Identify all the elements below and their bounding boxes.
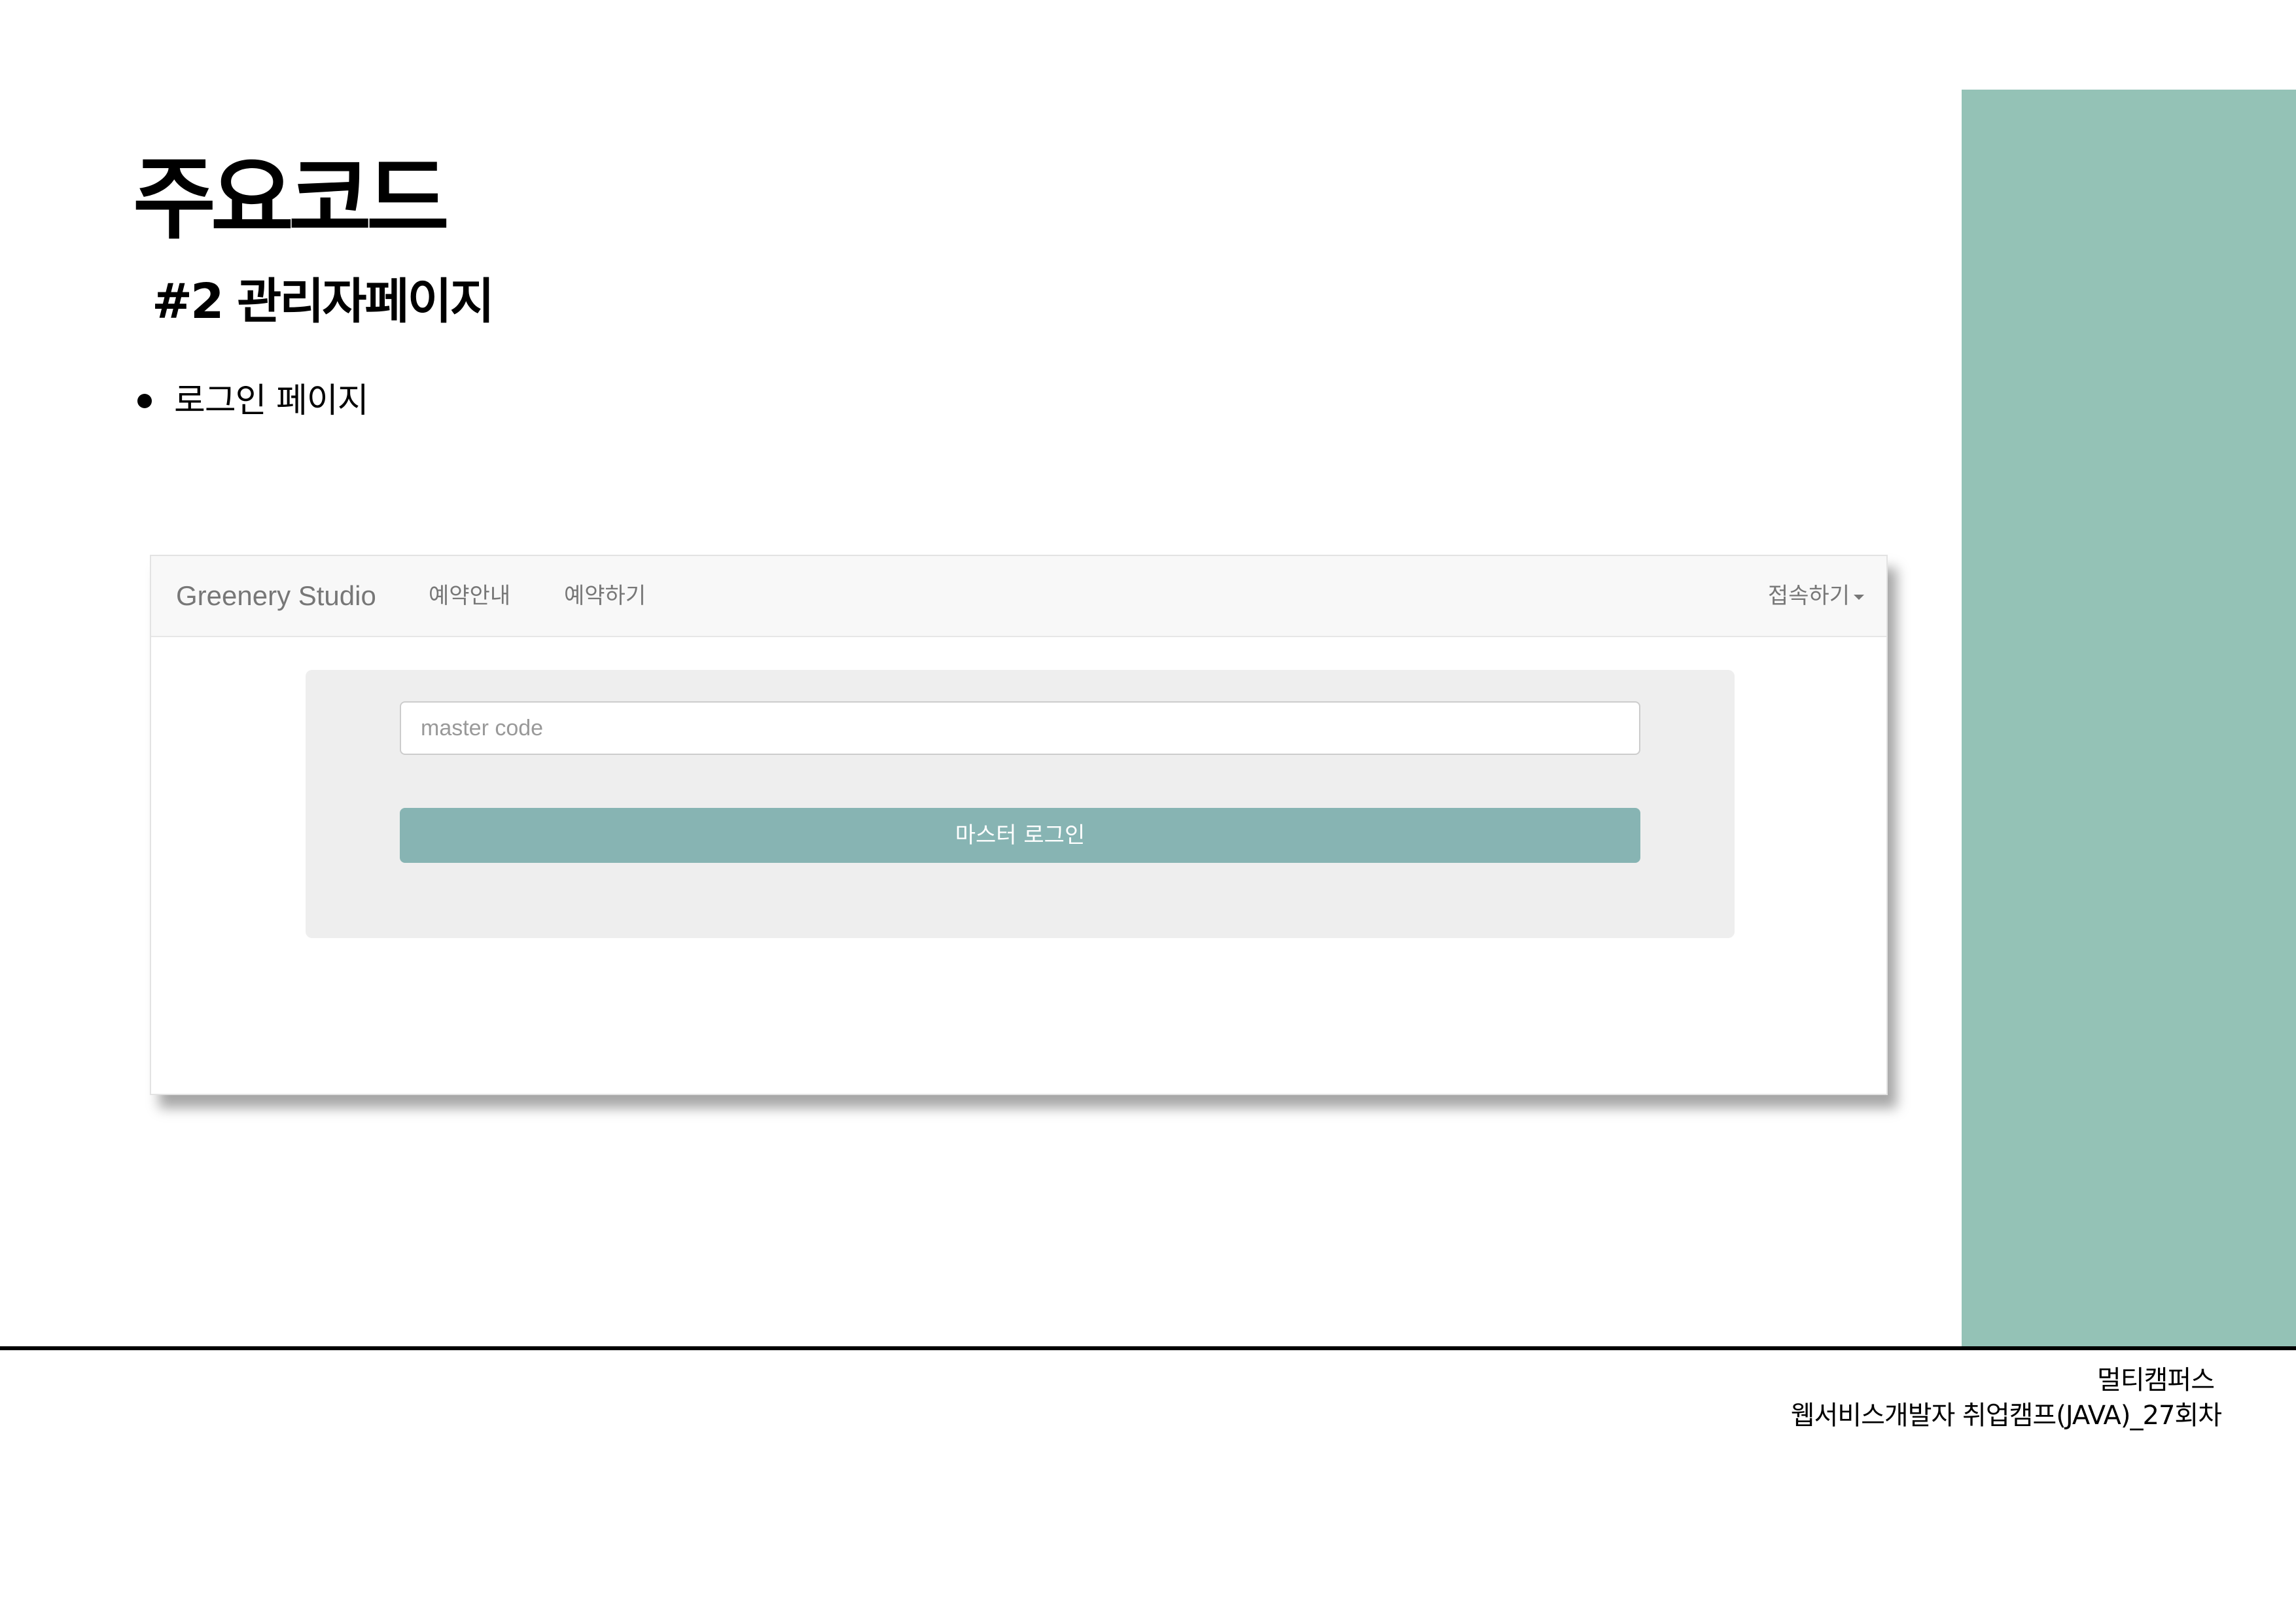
slide-subtitle: #2 관리자페이지 [152,273,495,330]
footer-divider [0,1346,2296,1350]
connect-dropdown-label: 접속하기 [1767,583,1850,609]
master-login-form: 마스터 로그인 [306,670,1735,938]
bullet-item: 로그인 페이지 [137,379,369,423]
bullet-dot-icon [137,394,152,408]
footer-organization: 멀티캠퍼스 [2097,1365,2215,1395]
master-login-button[interactable]: 마스터 로그인 [400,808,1640,863]
footer-course-name: 웹서비스개발자 취업캠프(JAVA)_27회차 [1790,1401,2222,1431]
decorative-side-panel [1962,90,2296,1347]
master-code-input[interactable] [400,701,1640,755]
connect-dropdown-toggle[interactable]: 접속하기 [1768,556,1864,636]
bullet-text: 로그인 페이지 [174,381,369,421]
nav-link-make-reservation[interactable]: 예약하기 [564,556,646,636]
caret-down-icon [1854,595,1864,600]
navbar: Greenery Studio 예약안내 예약하기 접속하기 [151,556,1886,637]
slide-title: 주요코드 [133,147,450,252]
navbar-brand-link[interactable]: Greenery Studio [176,556,376,636]
nav-link-reservation-info[interactable]: 예약안내 [429,556,510,636]
embedded-browser-screenshot: Greenery Studio 예약안내 예약하기 접속하기 마스터 로그인 [150,555,1888,1095]
